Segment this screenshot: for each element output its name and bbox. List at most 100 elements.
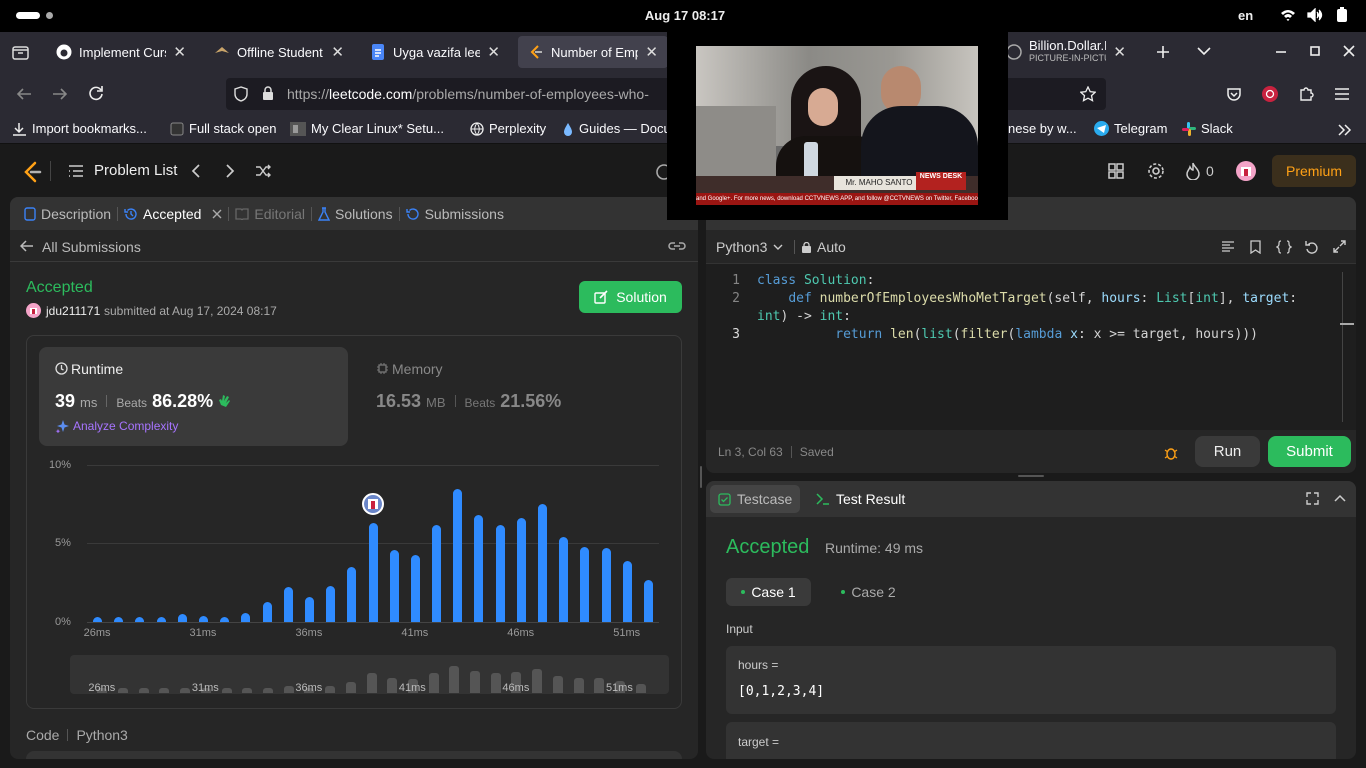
tab-accepted[interactable]: Accepted <box>118 206 228 222</box>
chart-bar[interactable] <box>135 617 145 622</box>
bookmark-guides[interactable]: Guides — Docu <box>562 121 671 136</box>
list-tabs-chevron-icon[interactable] <box>1197 46 1211 56</box>
chart-bar[interactable] <box>559 537 569 622</box>
streak-flame-icon[interactable] <box>1186 162 1200 180</box>
expand-icon[interactable] <box>1333 240 1346 253</box>
premium-button[interactable]: Premium <box>1272 155 1356 187</box>
chart-bar[interactable] <box>93 617 103 622</box>
close-tab-icon[interactable]: ✕ <box>487 43 500 61</box>
braces-icon[interactable] <box>1276 240 1292 254</box>
chart-bar[interactable] <box>304 596 314 622</box>
more-bookmarks-chevron-icon[interactable] <box>1338 124 1352 136</box>
list-icon[interactable] <box>68 165 84 178</box>
submit-button[interactable]: Submit <box>1268 436 1351 467</box>
bookmark-slack[interactable]: Slack <box>1182 121 1233 136</box>
chart-bar[interactable] <box>622 560 632 622</box>
auto-mode-toggle[interactable]: Auto <box>802 239 846 255</box>
extensions-puzzle-icon[interactable] <box>1298 85 1315 102</box>
chart-bar[interactable] <box>495 524 505 622</box>
solution-button[interactable]: Solution <box>579 281 682 313</box>
runtime-box[interactable]: Runtime 39 ms Beats 86.28% Analyze Compl… <box>39 347 348 446</box>
activities-indicator[interactable] <box>16 12 40 19</box>
fullscreen-icon[interactable] <box>1306 492 1319 505</box>
chart-bar[interactable] <box>474 515 484 622</box>
reset-icon[interactable] <box>1305 240 1319 254</box>
memory-box[interactable]: Memory 16.53 MB Beats 21.56% <box>360 347 660 446</box>
tab-testcase[interactable]: Testcase <box>710 485 801 513</box>
debug-bug-icon[interactable] <box>1163 444 1179 460</box>
chart-bar[interactable] <box>241 612 251 622</box>
user-avatar[interactable] <box>26 303 41 318</box>
run-button[interactable]: Run <box>1195 436 1260 467</box>
prev-problem-chevron-icon[interactable] <box>190 164 202 178</box>
shuffle-icon[interactable] <box>255 164 271 178</box>
chart-bar[interactable] <box>537 504 547 622</box>
chart-bar[interactable] <box>643 579 653 622</box>
chart-bar[interactable] <box>156 617 166 622</box>
chart-bar[interactable] <box>114 617 124 622</box>
pocket-icon[interactable] <box>1226 86 1242 102</box>
video-frame[interactable]: Mr. MAHO SANTO NEWS DESK and Google+. Fo… <box>696 46 978 205</box>
bookmark-telegram[interactable]: Telegram <box>1094 121 1167 136</box>
tab-solutions[interactable]: Solutions <box>312 206 399 222</box>
chart-bar[interactable] <box>389 549 399 622</box>
analyze-complexity-link[interactable]: Analyze Complexity <box>73 419 178 433</box>
code-area[interactable]: class Solution: def numberOfEmployeesWho… <box>757 272 1317 344</box>
all-submissions-link[interactable]: All Submissions <box>42 239 141 255</box>
chart-bar[interactable] <box>453 488 463 622</box>
shield-icon[interactable] <box>234 86 248 102</box>
tab-editorial[interactable]: Editorial <box>229 206 311 222</box>
collapse-chevron-icon[interactable] <box>1334 494 1346 502</box>
chart-bar[interactable] <box>347 567 357 622</box>
new-tab-icon[interactable] <box>1156 45 1170 59</box>
bookmark-fullstack[interactable]: Full stack open <box>170 121 276 136</box>
clock[interactable]: Aug 17 08:17 <box>620 8 750 23</box>
case-1-tab[interactable]: Case 1 <box>726 578 811 606</box>
chart-bar[interactable] <box>220 617 230 622</box>
range-selector[interactable]: 26ms 31ms 36ms 41ms 46ms 51ms <box>70 655 669 694</box>
next-problem-chevron-icon[interactable] <box>224 164 236 178</box>
tab-implement-curse[interactable]: Implement Curse ✕ <box>46 36 196 68</box>
close-tab-icon[interactable] <box>212 209 222 219</box>
menu-hamburger-icon[interactable] <box>1334 87 1350 101</box>
input-hours-box[interactable]: hours = [0,1,2,3,4] <box>726 646 1336 714</box>
bookmark-icon[interactable] <box>1250 240 1261 254</box>
chart-bar[interactable] <box>432 524 442 622</box>
panel-resize-handle[interactable] <box>700 466 702 488</box>
close-tab-icon[interactable]: ✕ <box>331 43 344 61</box>
wifi-icon[interactable] <box>1280 8 1296 22</box>
battery-icon[interactable] <box>1336 7 1348 23</box>
lock-icon[interactable] <box>262 86 274 101</box>
minimize-icon[interactable] <box>1275 50 1287 54</box>
maximize-icon[interactable] <box>1309 45 1321 57</box>
chart-bar[interactable] <box>368 523 378 622</box>
chart-bar[interactable] <box>326 585 336 622</box>
tab-number-of-employees-active[interactable]: Number of Empl ✕ <box>518 36 668 68</box>
language-indicator[interactable]: en <box>1238 8 1253 23</box>
tab-offline-student[interactable]: Offline Student P ✕ <box>204 36 354 68</box>
settings-gear-icon[interactable] <box>1147 162 1165 180</box>
bookmark-perplexity[interactable]: Perplexity <box>470 121 546 136</box>
case-2-tab[interactable]: Case 2 <box>826 578 911 606</box>
tab-uyga-vazifa[interactable]: Uyga vazifa leetc ✕ <box>360 36 510 68</box>
chart-bar[interactable] <box>177 614 187 622</box>
username[interactable]: jdu211171 <box>46 304 100 318</box>
tab-submissions[interactable]: Submissions <box>400 206 510 222</box>
chart-bar[interactable] <box>283 587 293 622</box>
vertical-resize-handle[interactable] <box>1018 475 1044 477</box>
align-text-icon[interactable] <box>1221 241 1235 253</box>
close-tab-icon[interactable]: ✕ <box>1113 43 1126 61</box>
input-target-box[interactable]: target = <box>726 722 1336 759</box>
bookmark-chinese[interactable]: nese by w... <box>1008 121 1077 136</box>
profile-avatar-icon[interactable] <box>1262 86 1278 102</box>
forward-arrow-icon[interactable] <box>52 87 68 101</box>
volume-icon[interactable] <box>1307 8 1323 22</box>
share-link-icon[interactable] <box>668 240 686 252</box>
chart-bar[interactable] <box>516 518 526 622</box>
user-avatar[interactable] <box>1236 161 1256 181</box>
back-arrow-icon[interactable] <box>20 240 34 252</box>
chart-bar[interactable] <box>410 554 420 622</box>
problem-list-link[interactable]: Problem List <box>94 162 177 179</box>
layout-grid-icon[interactable] <box>1108 163 1124 179</box>
tab-overview-icon[interactable] <box>12 44 29 60</box>
